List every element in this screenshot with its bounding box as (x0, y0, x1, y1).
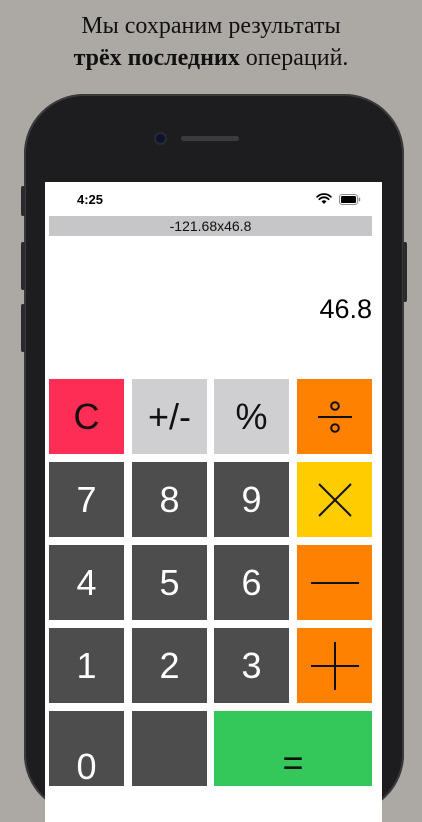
wifi-icon (316, 193, 332, 204)
status-time: 4:25 (77, 192, 104, 207)
digit-2-button[interactable]: 2 (132, 628, 207, 703)
status-bar: 4:25 (45, 182, 382, 216)
digit-6-button[interactable]: 6 (214, 545, 289, 620)
headline-line-1: Мы сохраним результаты (81, 13, 341, 39)
phone-volume-down-button (21, 304, 25, 352)
sign-toggle-button[interactable]: +/- (132, 379, 207, 454)
clear-button[interactable]: C (49, 379, 124, 454)
earpiece-speaker (181, 136, 239, 141)
phone-power-button (403, 242, 407, 302)
multiply-icon (317, 482, 352, 517)
history-bar: -121.68x46.8 (49, 216, 372, 236)
plus-icon (310, 641, 359, 690)
digit-9-button[interactable]: 9 (214, 462, 289, 537)
decimal-point-button[interactable] (132, 711, 207, 786)
digit-4-button[interactable]: 4 (49, 545, 124, 620)
digit-7-button[interactable]: 7 (49, 462, 124, 537)
headline-bold-text: трёх последних (73, 45, 240, 71)
phone-silent-switch (21, 186, 25, 216)
multiply-button[interactable] (297, 462, 372, 537)
result-display: 46.8 (319, 294, 372, 324)
divide-button[interactable] (297, 379, 372, 454)
digit-3-button[interactable]: 3 (214, 628, 289, 703)
divide-icon (317, 400, 352, 433)
phone-frame: 4:25 -121.68x46.8 46.8 C +/- % 7 8 9 4 5… (21, 94, 407, 822)
percent-button[interactable]: % (214, 379, 289, 454)
headline-line-2: трёх последних операций. (0, 42, 422, 74)
phone-volume-up-button (21, 242, 25, 290)
digit-0-button[interactable]: 0 (49, 711, 124, 787)
digit-5-button[interactable]: 5 (132, 545, 207, 620)
minus-button[interactable] (297, 545, 372, 620)
phone-screen: 4:25 -121.68x46.8 46.8 C +/- % 7 8 9 4 5… (45, 182, 382, 822)
minus-icon (310, 581, 359, 584)
digit-8-button[interactable]: 8 (132, 462, 207, 537)
plus-button[interactable] (297, 628, 372, 703)
digit-1-button[interactable]: 1 (49, 628, 124, 703)
equals-button[interactable]: = (214, 711, 372, 786)
promo-headline: Мы сохраним результаты трёх последних оп… (0, 10, 422, 74)
front-camera (156, 134, 165, 143)
battery-icon (339, 194, 361, 205)
headline-rest-text: операций. (239, 45, 349, 71)
